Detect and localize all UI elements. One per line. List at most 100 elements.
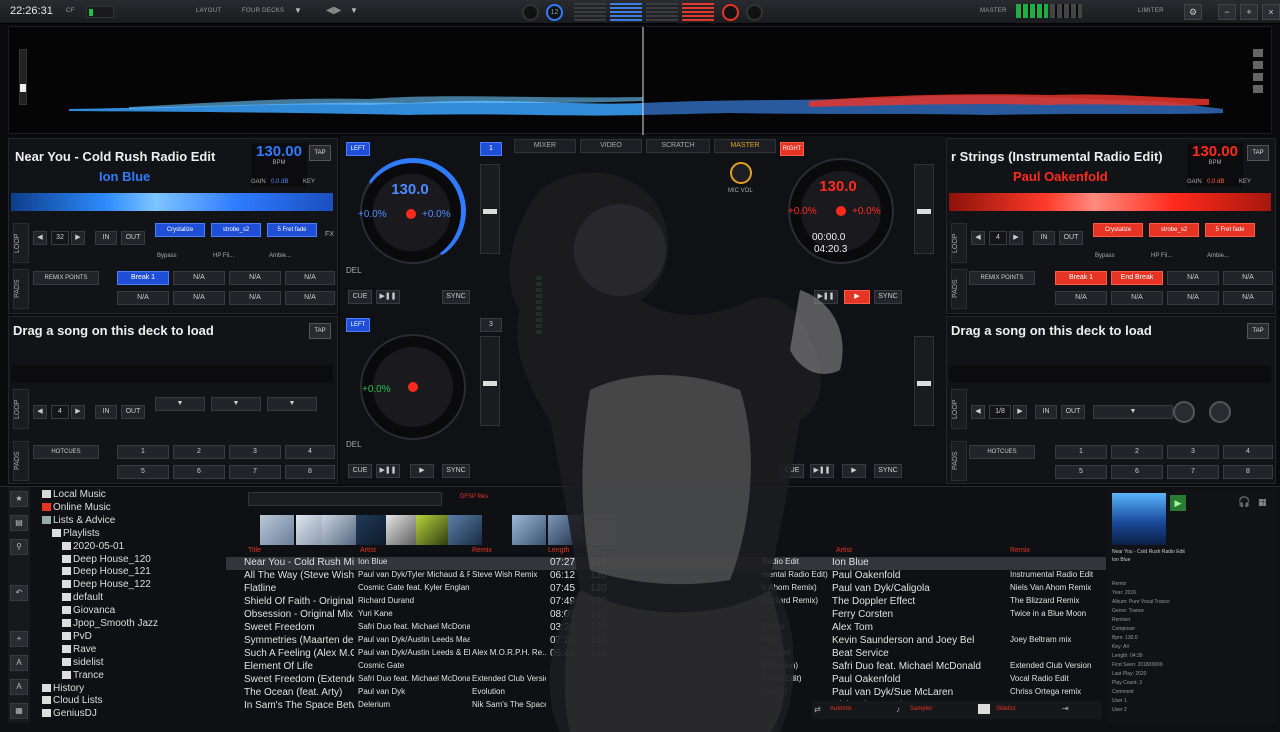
deck4-play-pause[interactable]: ▶❚❚ <box>810 464 834 478</box>
deck1-del-label[interactable]: DEL <box>346 266 362 275</box>
deck2-loop-out[interactable]: OUT <box>1059 231 1083 245</box>
deck2-pad-6[interactable]: N/A <box>1111 291 1163 305</box>
deck4-pad-8[interactable]: 8 <box>1223 465 1273 479</box>
table-row[interactable]: Sweet Freedom (Extended Club ... Safri Du… <box>226 674 1106 687</box>
deck1-fx-tab[interactable]: FX <box>325 231 334 238</box>
table-row[interactable]: Near You - Cold Rush Mix Ion Blue 07:27 130… <box>226 557 1106 570</box>
deck2-sync-icon[interactable] <box>722 4 739 21</box>
broadcast-icon[interactable] <box>746 4 763 21</box>
cover-thumb[interactable] <box>322 515 356 545</box>
deck4-play-button[interactable]: ▶ <box>842 464 866 478</box>
deck1-loop-prev[interactable]: ◀ <box>33 231 47 245</box>
deck4-tap-button[interactable]: TAP <box>1247 323 1269 339</box>
deck3-pad-3[interactable]: 3 <box>229 445 281 459</box>
deck4-volume-fader[interactable] <box>914 336 934 426</box>
video-icon[interactable]: ◀▶ <box>326 5 341 16</box>
deck2-fx3[interactable]: 5 Fret fade <box>1205 223 1255 237</box>
column-title[interactable]: Title <box>248 547 261 554</box>
tree-item[interactable]: 2020-05-01 <box>62 541 124 552</box>
tree-item[interactable]: Lists & Advice <box>42 515 115 526</box>
deck3-pad-1[interactable]: 1 <box>117 445 169 459</box>
column-length[interactable]: Length <box>548 547 569 554</box>
deck2-loop-in[interactable]: IN <box>1033 231 1055 245</box>
column-remix-side[interactable]: Remix <box>1010 547 1030 554</box>
tree-item[interactable]: Playlists <box>52 528 100 539</box>
deck3-del-label[interactable]: DEL <box>346 440 362 449</box>
cover-thumb[interactable] <box>416 515 450 545</box>
deck1-jog-wheel[interactable]: 130.0 +0.0% +0.0% <box>358 158 466 264</box>
tree-item[interactable]: Online Music <box>42 502 111 513</box>
tab-master[interactable]: MASTER <box>714 139 776 153</box>
table-row[interactable]: Element Of Life Cosmic Gate b Version) Safr… <box>226 661 1106 674</box>
deck3-pad-2[interactable]: 2 <box>173 445 225 459</box>
tree-item[interactable]: Trance <box>62 670 104 681</box>
deck4-pad-2[interactable]: 2 <box>1111 445 1163 459</box>
layout-dropdown-icon[interactable]: ▼ <box>294 6 302 15</box>
deck1-loop-out[interactable]: OUT <box>121 231 145 245</box>
deck4-loop-next[interactable]: ▶ <box>1013 405 1027 419</box>
deck3-cue-button[interactable]: CUE <box>348 464 372 478</box>
deck2-right-button[interactable]: RIGHT <box>780 142 804 156</box>
deck3-right-button[interactable]: 3 <box>480 318 502 332</box>
deck3-loop-in[interactable]: IN <box>95 405 117 419</box>
deck4-loop-tab[interactable]: LOOP <box>951 389 967 429</box>
column-artist-side[interactable]: Artist <box>836 547 852 554</box>
deck2-loop-tab[interactable]: LOOP <box>951 223 967 263</box>
deck1-play-button[interactable]: ▶❚❚ <box>376 290 400 304</box>
tree-item[interactable]: Jpop_Smooth Jazz <box>62 618 158 629</box>
waveform-overview[interactable] <box>8 26 1272 135</box>
close-icon[interactable]: × <box>1262 4 1280 20</box>
deck2-play-button[interactable]: ▶ <box>844 290 870 304</box>
deck3-waveform[interactable] <box>11 365 333 383</box>
deck3-loop-size[interactable]: 4 <box>51 405 69 419</box>
deck4-loop-size[interactable]: 1/8 <box>989 405 1011 419</box>
deck4-pad-mode[interactable]: HOTCUES <box>969 445 1035 459</box>
tree-item[interactable]: sidelist <box>62 657 104 668</box>
table-row[interactable]: Shield Of Faith - Original Mix Richard Du… <box>226 596 1106 609</box>
gear-icon[interactable]: ⚙ <box>1184 4 1202 20</box>
folder-icon[interactable]: ▤ <box>10 515 28 531</box>
deck1-waveform[interactable] <box>11 193 333 211</box>
table-row[interactable]: The Ocean (feat. Arty) Paul van Dyk Evolut… <box>226 687 1106 700</box>
deck4-sync-button[interactable]: SYNC <box>874 464 902 478</box>
sampler-button[interactable]: Sampler <box>910 706 932 712</box>
table-row[interactable]: Sweet Freedom Safri Duo feat. Michael McD… <box>226 622 1106 635</box>
sidelist-icon[interactable] <box>978 704 990 714</box>
deck1-fx1[interactable]: Crystalize <box>155 223 205 237</box>
deck2-volume-fader[interactable] <box>914 164 934 254</box>
deck3-loop-tab[interactable]: LOOP <box>13 389 29 429</box>
column-artist[interactable]: Artist <box>360 547 376 554</box>
tree-item[interactable]: Local Music <box>42 489 106 500</box>
deck3-tap-button[interactable]: TAP <box>309 323 331 339</box>
tree-item[interactable]: Deep House_122 <box>62 579 151 590</box>
deck3-play-button[interactable]: ▶ <box>410 464 434 478</box>
maximize-icon[interactable]: + <box>1240 4 1258 20</box>
deck3-pad-7[interactable]: 7 <box>229 465 281 479</box>
deck3-volume-fader[interactable] <box>480 336 500 426</box>
deck2-tap-button[interactable]: TAP <box>1247 145 1269 161</box>
deck4-cue-button[interactable]: CUE <box>780 464 804 478</box>
deck2-pad-2[interactable]: End Break <box>1111 271 1163 285</box>
deck3-loop-out[interactable]: OUT <box>121 405 145 419</box>
deck3-loop-next[interactable]: ▶ <box>71 405 85 419</box>
deck1-pad-2[interactable]: N/A <box>173 271 225 285</box>
deck4-loop-prev[interactable]: ◀ <box>971 405 985 419</box>
deck2-loop-next[interactable]: ▶ <box>1009 231 1023 245</box>
layout-label[interactable]: LAYOUT <box>196 8 221 14</box>
tree-item[interactable]: PvD <box>62 631 92 642</box>
cover-thumb[interactable] <box>512 515 546 545</box>
tree-item[interactable]: Deep House_121 <box>62 566 151 577</box>
deck2-pad-mode[interactable]: REMIX POINTS <box>969 271 1035 285</box>
deck4-pad-4[interactable]: 4 <box>1223 445 1273 459</box>
deck1-loop-next[interactable]: ▶ <box>71 231 85 245</box>
deck4-loop-in[interactable]: IN <box>1035 405 1057 419</box>
deck2-pad-1[interactable]: Break 1 <box>1055 271 1107 285</box>
deck3-pad-4[interactable]: 4 <box>285 445 335 459</box>
deck4-fx-knob-1[interactable] <box>1173 401 1195 423</box>
tab-scratch[interactable]: SCRATCH <box>646 139 710 153</box>
deck1-panel-active[interactable] <box>610 3 642 21</box>
table-row[interactable]: Symmetries (Maarten de Jong Re... Paul va… <box>226 635 1106 648</box>
deck3-pad-6[interactable]: 6 <box>173 465 225 479</box>
deck3-pad-8[interactable]: 8 <box>285 465 335 479</box>
overview-options-icon[interactable] <box>1253 49 1263 109</box>
